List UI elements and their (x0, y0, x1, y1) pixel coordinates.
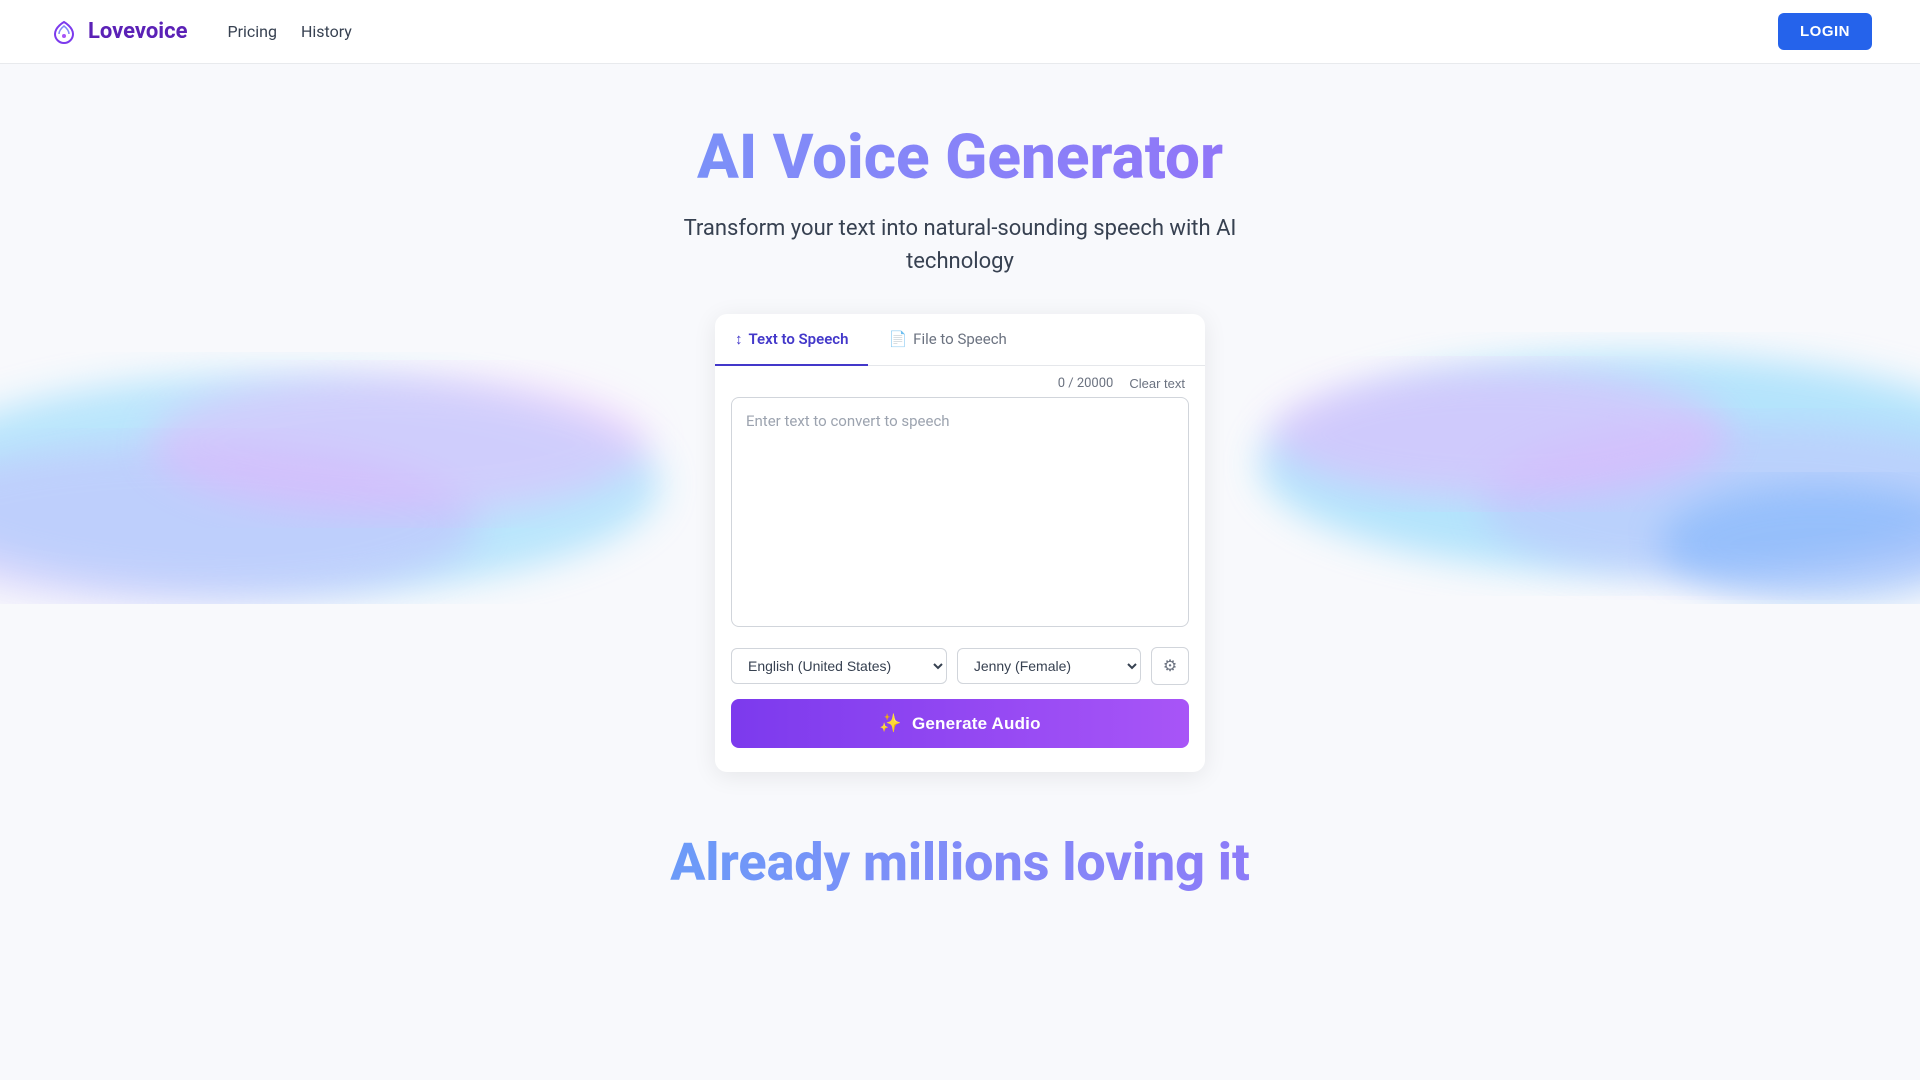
generate-icon: ✨ (879, 713, 902, 734)
speech-textarea[interactable] (731, 397, 1189, 627)
generate-audio-button[interactable]: ✨ Generate Audio (731, 699, 1189, 748)
main-card: ↕ Text to Speech 📄 File to Speech 0 / 20… (715, 314, 1205, 772)
brand-name: Lovevoice (88, 19, 187, 44)
logo-link[interactable]: Lovevoice (48, 16, 187, 48)
textarea-meta: 0 / 20000 Clear text (731, 366, 1189, 397)
nav-link-pricing[interactable]: Pricing (227, 22, 277, 41)
logo-icon (48, 16, 80, 48)
tab-bar: ↕ Text to Speech 📄 File to Speech (715, 314, 1205, 366)
bottom-title: Already millions loving it (0, 832, 1920, 893)
language-select[interactable]: English (United States) English (United … (731, 648, 947, 684)
login-button[interactable]: LOGIN (1778, 13, 1872, 50)
clear-text-button[interactable]: Clear text (1129, 376, 1185, 391)
voice-select[interactable]: Jenny (Female) Guy (Male) Aria (Female) … (957, 648, 1141, 684)
controls-row: English (United States) English (United … (715, 631, 1205, 685)
textarea-section: 0 / 20000 Clear text (715, 366, 1205, 631)
hero-subtitle: Transform your text into natural-soundin… (650, 212, 1270, 278)
hero-section: AI Voice Generator Transform your text i… (0, 64, 1920, 913)
nav-links: Pricing History (227, 22, 351, 41)
gear-icon: ⚙ (1163, 656, 1177, 676)
text-to-speech-icon: ↕ (735, 330, 743, 348)
hero-title: AI Voice Generator (0, 124, 1920, 192)
settings-button[interactable]: ⚙ (1151, 647, 1189, 685)
navbar-left: Lovevoice Pricing History (48, 16, 352, 48)
char-count: 0 / 20000 (1058, 376, 1114, 391)
bottom-section: Already millions loving it (0, 772, 1920, 913)
tab-text-to-speech[interactable]: ↕ Text to Speech (715, 314, 868, 366)
navbar: Lovevoice Pricing History LOGIN (0, 0, 1920, 64)
file-to-speech-icon: 📄 (888, 330, 907, 348)
tab-file-to-speech[interactable]: 📄 File to Speech (868, 314, 1026, 366)
nav-link-history[interactable]: History (301, 22, 352, 41)
